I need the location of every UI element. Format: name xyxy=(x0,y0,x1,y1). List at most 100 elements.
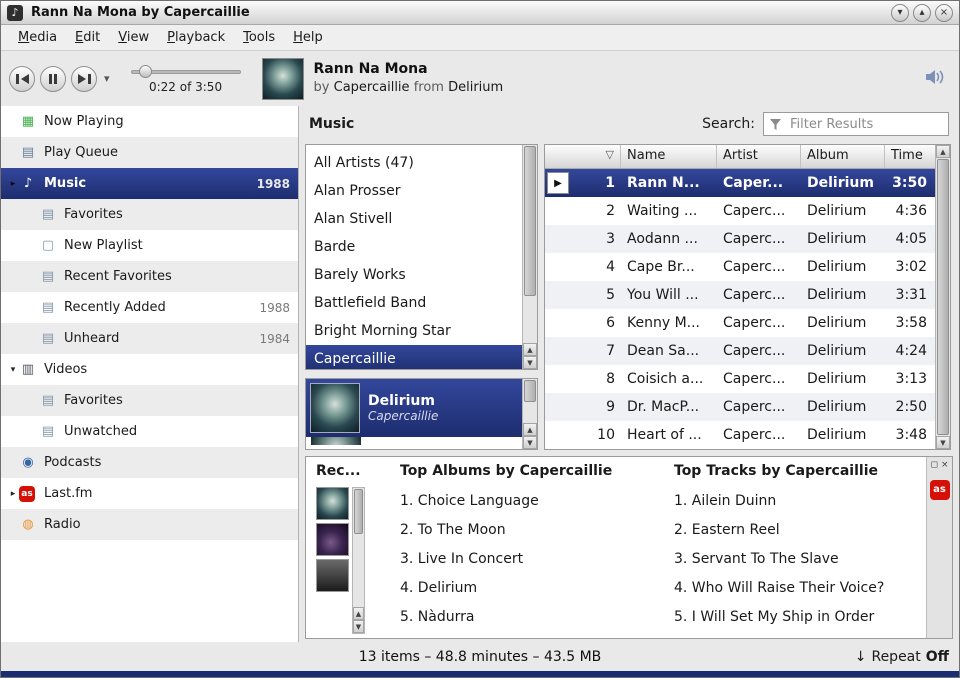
scroll-down-icon[interactable]: ▼ xyxy=(936,436,950,449)
scrollbar-thumb[interactable] xyxy=(524,146,536,296)
top-track-item[interactable]: 3. Servant To The Slave xyxy=(674,545,926,574)
now-playing-info: Rann Na Mona by Capercaillie from Deliri… xyxy=(314,60,504,96)
album-scrollbar[interactable]: ▲ ▼ xyxy=(522,379,537,449)
scroll-down-icon[interactable]: ▼ xyxy=(523,356,537,369)
recently-added-count: 1988 xyxy=(259,301,290,315)
seek-slider-thumb[interactable] xyxy=(139,65,152,78)
top-album-item[interactable]: 4. Delirium xyxy=(400,574,652,603)
top-track-item[interactable]: 4. Who Will Raise Their Voice? xyxy=(674,574,926,603)
top-track-item[interactable]: 1. Ailein Duinn xyxy=(674,487,926,516)
track-row[interactable]: 9 Dr. MacP... Caperc... Delirium 2:50 xyxy=(545,393,935,421)
maximize-button[interactable]: ▴ xyxy=(913,4,931,22)
track-row[interactable]: 8 Coisich a... Caperc... Delirium 3:13 xyxy=(545,365,935,393)
title-bar[interactable]: ♪ Rann Na Mona by Capercaillie ▾ ▴ × xyxy=(1,1,959,25)
artist-item[interactable]: Alan Stivell xyxy=(306,205,522,233)
scrollbar-thumb[interactable] xyxy=(937,159,949,435)
videos-expander-icon[interactable]: ▾ xyxy=(7,365,19,375)
track-row[interactable]: 10 Heart of ... Caperc... Delirium 3:48 xyxy=(545,421,935,449)
top-album-item[interactable]: 5. Nàdurra xyxy=(400,603,652,632)
menu-media[interactable]: Media xyxy=(9,27,66,48)
minimize-button[interactable]: ▾ xyxy=(891,4,909,22)
top-track-item[interactable]: 2. Eastern Reel xyxy=(674,516,926,545)
repeat-toggle[interactable]: ↓ Repeat Off xyxy=(855,649,949,665)
artist-item[interactable]: Bright Morning Star xyxy=(306,317,522,345)
seek-slider[interactable] xyxy=(131,64,241,78)
column-album[interactable]: Album xyxy=(801,145,885,168)
scrollbar-thumb[interactable] xyxy=(524,380,536,402)
radio-icon: ◍ xyxy=(19,517,37,532)
recommended-album-art[interactable] xyxy=(316,487,349,520)
sidebar-item-music-favorites[interactable]: ▤ Favorites xyxy=(1,199,298,230)
track-row[interactable]: ▶1 Rann N... Caper... Delirium 3:50 xyxy=(545,169,935,197)
menu-view[interactable]: View xyxy=(109,27,158,48)
recommended-album-art[interactable] xyxy=(316,559,349,592)
playback-options-chevron-icon[interactable]: ▾ xyxy=(102,72,112,85)
sidebar-item-new-playlist[interactable]: ▢ New Playlist xyxy=(1,230,298,261)
top-album-item[interactable]: 1. Choice Language xyxy=(400,487,652,516)
lastfm-tab-icon[interactable]: as xyxy=(930,480,950,500)
artist-item[interactable]: Barely Works xyxy=(306,261,522,289)
menu-help[interactable]: Help xyxy=(284,27,332,48)
scroll-up-icon[interactable]: ▲ xyxy=(353,607,364,620)
recommended-scrollbar[interactable]: ▲ ▼ xyxy=(352,487,365,634)
artist-item[interactable]: Battlefield Band xyxy=(306,289,522,317)
volume-button[interactable] xyxy=(925,68,947,90)
track-scrollbar[interactable]: ▲ ▼ xyxy=(935,145,950,449)
scroll-up-icon[interactable]: ▲ xyxy=(936,145,950,158)
context-restore-icon[interactable]: ◻ xyxy=(930,460,937,470)
artist-item[interactable]: Alan Prosser xyxy=(306,177,522,205)
repeat-label: Repeat xyxy=(871,649,920,665)
artist-item-selected[interactable]: Capercaillie xyxy=(306,345,522,369)
search-input[interactable] xyxy=(763,112,949,136)
previous-icon xyxy=(16,74,19,84)
scroll-up-icon[interactable]: ▲ xyxy=(523,343,537,356)
menu-playback[interactable]: Playback xyxy=(158,27,234,48)
top-album-item[interactable]: 3. Live In Concert xyxy=(400,545,652,574)
column-name[interactable]: Name xyxy=(621,145,717,168)
source-title: Music xyxy=(309,116,354,132)
previous-button[interactable] xyxy=(9,66,35,92)
context-close-icon[interactable]: × xyxy=(941,460,949,470)
pause-button[interactable] xyxy=(40,66,66,92)
sidebar-item-unheard[interactable]: ▤ Unheard 1984 xyxy=(1,323,298,354)
scroll-up-icon[interactable]: ▲ xyxy=(523,423,537,436)
album-item-selected[interactable]: Delirium Capercaillie xyxy=(306,379,522,437)
music-expander-icon[interactable]: ▸ xyxy=(7,179,19,189)
sidebar-item-lastfm[interactable]: ▸ as Last.fm xyxy=(1,478,298,509)
sidebar-item-play-queue[interactable]: ▤ Play Queue xyxy=(1,137,298,168)
sidebar-item-podcasts[interactable]: ◉ Podcasts xyxy=(1,447,298,478)
top-albums-header: Top Albums by Capercaillie xyxy=(400,463,652,479)
track-row[interactable]: 5 You Will ... Caperc... Delirium 3:31 xyxy=(545,281,935,309)
scrollbar-thumb[interactable] xyxy=(354,489,363,534)
recommended-album-art[interactable] xyxy=(316,523,349,556)
podcast-icon: ◉ xyxy=(19,455,37,470)
sidebar-item-recent-favorites[interactable]: ▤ Recent Favorites xyxy=(1,261,298,292)
sidebar-item-now-playing[interactable]: ▦ Now Playing xyxy=(1,106,298,137)
sort-indicator-icon[interactable]: ▽ xyxy=(545,145,621,168)
sidebar-item-recently-added[interactable]: ▤ Recently Added 1988 xyxy=(1,292,298,323)
sidebar-item-videos[interactable]: ▾ ▥ Videos xyxy=(1,354,298,385)
scroll-down-icon[interactable]: ▼ xyxy=(353,620,364,633)
next-button[interactable] xyxy=(71,66,97,92)
column-artist[interactable]: Artist xyxy=(717,145,801,168)
artist-item[interactable]: Barde xyxy=(306,233,522,261)
sidebar-item-videos-favorites[interactable]: ▤ Favorites xyxy=(1,385,298,416)
menu-edit[interactable]: Edit xyxy=(66,27,109,48)
scroll-down-icon[interactable]: ▼ xyxy=(523,436,537,449)
track-row[interactable]: 3 Aodann ... Caperc... Delirium 4:05 xyxy=(545,225,935,253)
top-track-item[interactable]: 5. I Will Set My Ship in Order xyxy=(674,603,926,632)
artist-item[interactable]: All Artists (47) xyxy=(306,149,522,177)
artist-scrollbar[interactable]: ▲ ▼ xyxy=(522,145,537,369)
sidebar-item-radio[interactable]: ◍ Radio xyxy=(1,509,298,540)
sidebar-item-unwatched[interactable]: ▤ Unwatched xyxy=(1,416,298,447)
sidebar-item-music[interactable]: ▸ ♪ Music 1988 xyxy=(1,168,298,199)
column-time[interactable]: Time xyxy=(885,145,935,168)
lastfm-expander-icon[interactable]: ▸ xyxy=(7,489,19,499)
track-row[interactable]: 4 Cape Br... Caperc... Delirium 3:02 xyxy=(545,253,935,281)
track-row[interactable]: 7 Dean Sa... Caperc... Delirium 4:24 xyxy=(545,337,935,365)
menu-tools[interactable]: Tools xyxy=(234,27,284,48)
top-album-item[interactable]: 2. To The Moon xyxy=(400,516,652,545)
close-button[interactable]: × xyxy=(935,4,953,22)
track-row[interactable]: 6 Kenny M... Caperc... Delirium 3:58 xyxy=(545,309,935,337)
track-row[interactable]: 2 Waiting ... Caperc... Delirium 4:36 xyxy=(545,197,935,225)
